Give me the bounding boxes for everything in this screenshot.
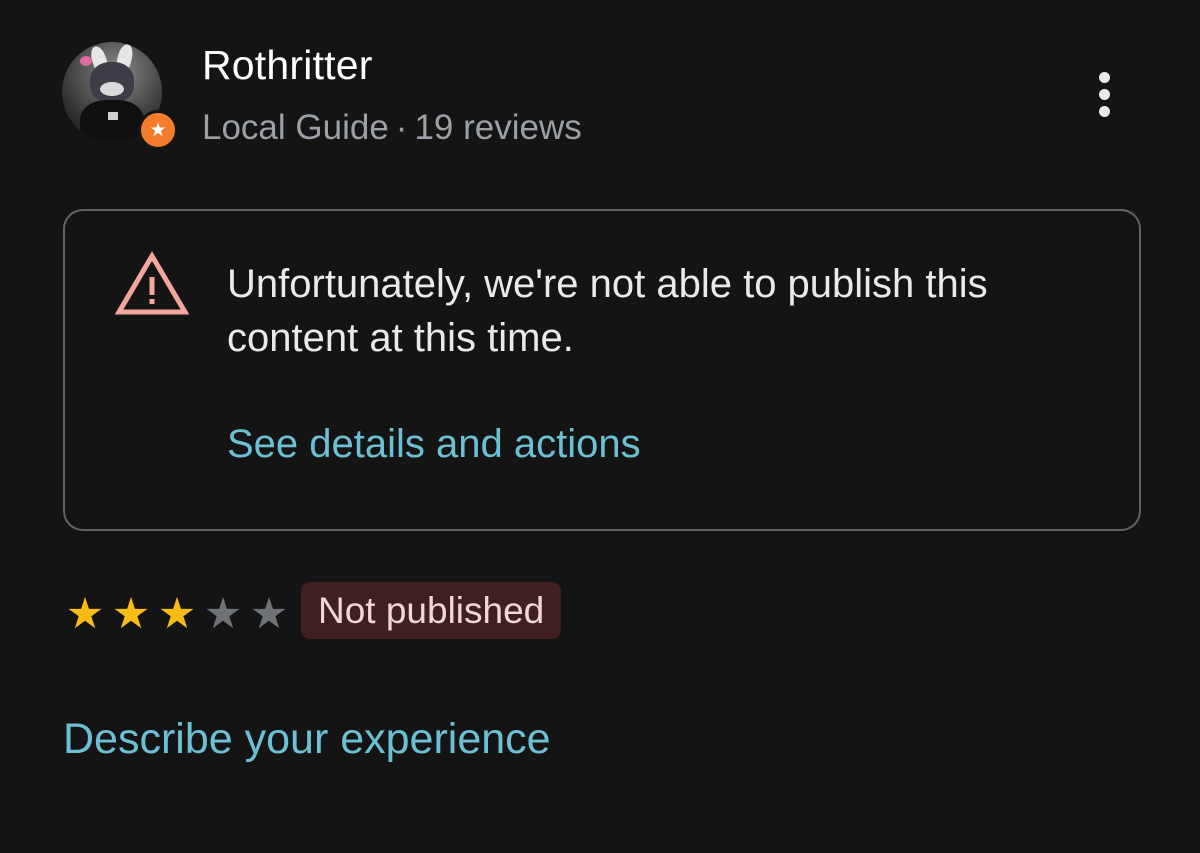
star-rating[interactable]: ★ ★ ★ ★ ★	[63, 592, 291, 636]
avatar[interactable]: ★	[62, 42, 178, 150]
star-filled-icon[interactable]: ★	[155, 592, 199, 636]
notice-message: Unfortunately, we're not able to publish…	[227, 262, 988, 360]
user-meta: Local Guide · 19 reviews	[202, 106, 582, 150]
see-details-link[interactable]: See details and actions	[227, 419, 641, 469]
meta-separator: ·	[395, 108, 408, 147]
star-empty-icon[interactable]: ★	[201, 592, 245, 636]
more-options-button[interactable]	[1082, 62, 1126, 126]
local-guide-star-icon: ★	[138, 110, 178, 150]
reviews-count: 19 reviews	[414, 108, 582, 147]
star-filled-icon[interactable]: ★	[109, 592, 153, 636]
warning-triangle-icon	[115, 251, 189, 315]
more-vert-icon	[1098, 71, 1110, 83]
publish-notice-card: Unfortunately, we're not able to publish…	[63, 209, 1141, 531]
star-empty-icon[interactable]: ★	[247, 592, 291, 636]
describe-experience-link[interactable]: Describe your experience	[63, 712, 551, 766]
status-badge: Not published	[301, 582, 562, 639]
user-name[interactable]: Rothritter	[202, 41, 373, 89]
star-filled-icon[interactable]: ★	[63, 592, 107, 636]
local-guide-label: Local Guide	[202, 108, 389, 147]
